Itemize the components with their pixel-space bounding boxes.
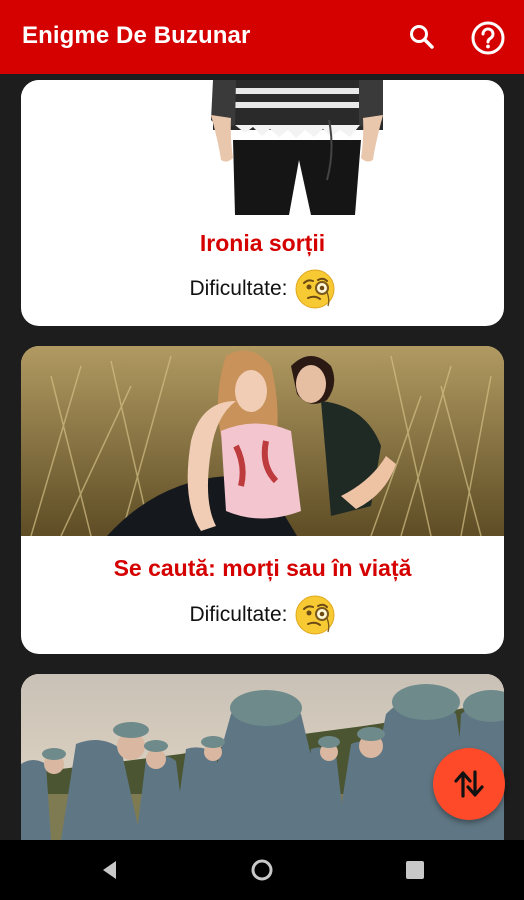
- riddle-title: Se caută: morți sau în viață: [113, 555, 412, 581]
- app-title: Enigme De Buzunar: [22, 22, 251, 49]
- help-circle-icon[interactable]: [470, 20, 506, 56]
- difficulty-label: Dificultate:: [189, 603, 288, 626]
- difficulty-label: Dificultate:: [189, 277, 288, 300]
- riddle-title: Ironia sorții: [199, 230, 326, 256]
- difficulty-row: Dificultate:: [21, 594, 504, 636]
- back-icon[interactable]: [98, 858, 122, 887]
- thinking-face-monocle-icon: [294, 268, 336, 310]
- riddle-image: [21, 80, 504, 215]
- sort-swap-icon: [454, 770, 484, 798]
- riddle-image: [21, 674, 504, 840]
- riddle-card[interactable]: Se caută: morți sau în viață Dificultate…: [21, 346, 504, 654]
- difficulty-row: Dificultate:: [21, 268, 504, 310]
- riddle-card[interactable]: [21, 674, 504, 840]
- riddle-image: [21, 346, 504, 536]
- riddle-card[interactable]: Ironia sorții Dificultate:: [21, 80, 504, 326]
- search-icon[interactable]: [406, 21, 438, 53]
- app-bar: Enigme De Buzunar: [0, 0, 524, 74]
- system-navigation-bar: [0, 840, 524, 900]
- recents-icon[interactable]: [403, 858, 427, 887]
- home-icon[interactable]: [250, 858, 274, 887]
- sort-button[interactable]: [433, 748, 505, 820]
- thinking-face-monocle-icon: [294, 594, 336, 636]
